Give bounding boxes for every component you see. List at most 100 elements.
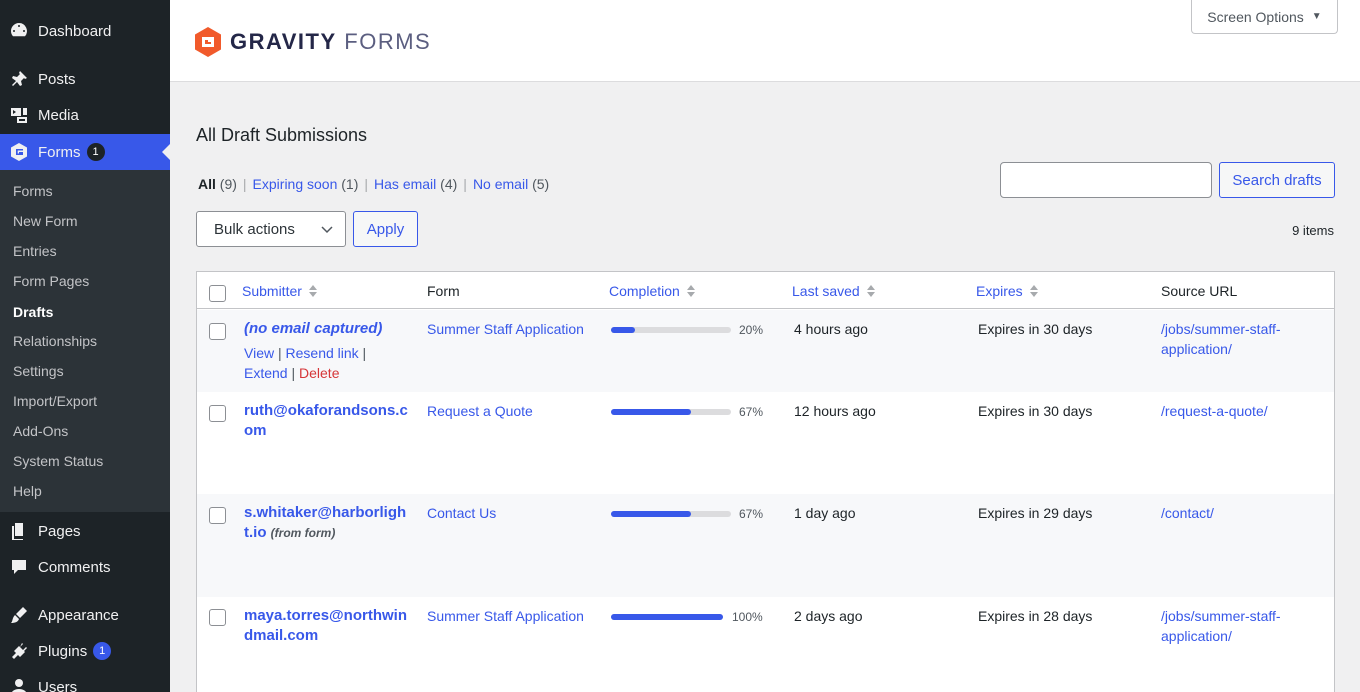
submenu-system-status[interactable]: System Status bbox=[13, 453, 103, 469]
submenu-add-ons[interactable]: Add-Ons bbox=[13, 423, 68, 439]
bulk-actions-label: Bulk actions bbox=[214, 220, 295, 238]
submenu-form-pages[interactable]: Form Pages bbox=[13, 273, 89, 289]
submenu-entries[interactable]: Entries bbox=[13, 243, 57, 259]
source-url-link[interactable]: /jobs/summer-staff-application/ bbox=[1161, 319, 1301, 359]
table-row: s.whitaker@harborlight.io (from form) Co… bbox=[197, 494, 1334, 597]
submenu-settings[interactable]: Settings bbox=[13, 363, 64, 379]
table-row: (no email captured) View | Resend link |… bbox=[197, 310, 1334, 392]
menu-forms-label: Forms bbox=[38, 143, 81, 161]
page-title: All Draft Submissions bbox=[196, 125, 368, 145]
menu-posts-label: Posts bbox=[38, 70, 76, 88]
column-completion[interactable]: Completion bbox=[609, 283, 696, 299]
completion-bar-fill bbox=[611, 614, 723, 620]
view-all-count: (9) bbox=[219, 176, 237, 192]
view-expiring-soon[interactable]: Expiring soon bbox=[253, 176, 338, 192]
last-saved: 12 hours ago bbox=[794, 403, 876, 419]
column-submitter[interactable]: Submitter bbox=[242, 283, 318, 299]
row-checkbox[interactable] bbox=[209, 323, 226, 340]
menu-plugins[interactable]: Plugins 1 bbox=[0, 633, 170, 669]
submitter-link[interactable]: maya.torres@northwindmail.com bbox=[244, 606, 412, 646]
forms-submenu: Forms New Form Entries Form Pages Drafts… bbox=[0, 170, 170, 512]
row-checkbox[interactable] bbox=[209, 507, 226, 524]
submenu-help[interactable]: Help bbox=[13, 483, 42, 499]
view-expiring-soon-count: (1) bbox=[341, 176, 359, 192]
menu-media[interactable]: Media bbox=[0, 97, 170, 133]
screen-options-button[interactable]: Screen Options ▼ bbox=[1191, 0, 1338, 34]
gravity-forms-icon bbox=[0, 142, 38, 162]
view-all[interactable]: All bbox=[198, 176, 216, 192]
pages-icon bbox=[0, 521, 38, 541]
menu-dashboard-label: Dashboard bbox=[38, 22, 112, 40]
resend-link-action[interactable]: Resend link bbox=[286, 345, 359, 361]
completion-percent: 67% bbox=[739, 405, 764, 419]
select-all-checkbox[interactable] bbox=[209, 285, 226, 302]
plugin-header: GRAVITY FORMS Screen Options ▼ bbox=[170, 0, 1360, 82]
menu-comments-label: Comments bbox=[38, 558, 111, 576]
completion-bar bbox=[611, 614, 723, 620]
submenu-new-form[interactable]: New Form bbox=[13, 213, 78, 229]
logo-text-light: FORMS bbox=[344, 29, 432, 54]
pin-icon bbox=[0, 69, 38, 89]
apply-button[interactable]: Apply bbox=[353, 211, 418, 247]
view-no-email[interactable]: No email bbox=[473, 176, 528, 192]
caret-down-icon: ▼ bbox=[1311, 11, 1322, 22]
menu-comments[interactable]: Comments bbox=[0, 549, 170, 585]
completion-percent: 100% bbox=[732, 610, 763, 624]
media-icon bbox=[0, 105, 38, 125]
view-action[interactable]: View bbox=[244, 345, 274, 361]
row-actions: View | Resend link | Extend | Delete bbox=[244, 345, 367, 381]
menu-appearance[interactable]: Appearance bbox=[0, 597, 170, 633]
submenu-relationships[interactable]: Relationships bbox=[13, 333, 97, 349]
source-url-link[interactable]: /jobs/summer-staff-application/ bbox=[1161, 606, 1301, 646]
sort-icon bbox=[1029, 285, 1038, 297]
last-saved: 4 hours ago bbox=[794, 321, 868, 337]
column-expires[interactable]: Expires bbox=[976, 283, 1039, 299]
plugin-icon bbox=[0, 641, 38, 661]
submenu-import-export[interactable]: Import/Export bbox=[13, 393, 97, 409]
brush-icon bbox=[0, 605, 38, 625]
extend-action[interactable]: Extend bbox=[244, 365, 288, 381]
menu-pages-label: Pages bbox=[38, 522, 81, 540]
source-url-link[interactable]: /contact/ bbox=[1161, 503, 1301, 523]
submitter-link[interactable]: ruth@okaforandsons.com bbox=[244, 401, 412, 441]
search-drafts-input[interactable] bbox=[1000, 162, 1212, 198]
submenu-forms[interactable]: Forms bbox=[13, 183, 53, 199]
completion-bar bbox=[611, 327, 731, 333]
menu-posts[interactable]: Posts bbox=[0, 61, 170, 97]
source-url-link[interactable]: /request-a-quote/ bbox=[1161, 401, 1301, 421]
form-link[interactable]: Summer Staff Application bbox=[427, 606, 584, 626]
view-has-email[interactable]: Has email bbox=[374, 176, 436, 192]
submitter-link[interactable]: (no email captured) bbox=[244, 319, 412, 339]
bulk-actions-select[interactable]: Bulk actions bbox=[196, 211, 346, 247]
menu-pages[interactable]: Pages bbox=[0, 513, 170, 549]
chevron-down-icon bbox=[321, 226, 333, 234]
gravity-forms-logo: GRAVITY FORMS bbox=[194, 27, 431, 57]
column-last-saved[interactable]: Last saved bbox=[792, 283, 876, 299]
form-link[interactable]: Contact Us bbox=[427, 503, 496, 523]
admin-sidebar: Dashboard Posts Media Forms 1 Forms New … bbox=[0, 0, 170, 692]
email-source-note: (from form) bbox=[270, 526, 336, 540]
view-filters: All (9) | Expiring soon (1) | Has email (4) |… bbox=[198, 176, 550, 192]
row-checkbox[interactable] bbox=[209, 405, 226, 422]
menu-users[interactable]: Users bbox=[0, 669, 170, 692]
completion-bar-fill bbox=[611, 511, 692, 517]
dashboard-icon bbox=[0, 21, 38, 41]
delete-action[interactable]: Delete bbox=[299, 365, 339, 381]
completion-bar bbox=[611, 409, 731, 415]
menu-users-label: Users bbox=[38, 678, 78, 692]
form-link[interactable]: Request a Quote bbox=[427, 401, 533, 421]
submitter-cell: s.whitaker@harborlight.io (from form) bbox=[244, 503, 412, 543]
menu-media-label: Media bbox=[38, 106, 79, 124]
view-has-email-count: (4) bbox=[440, 176, 458, 192]
expires: Expires in 28 days bbox=[978, 608, 1093, 624]
form-link[interactable]: Summer Staff Application bbox=[427, 319, 584, 339]
search-drafts-button[interactable]: Search drafts bbox=[1219, 162, 1335, 198]
submenu-drafts[interactable]: Drafts bbox=[13, 304, 53, 320]
column-submitter-label: Submitter bbox=[242, 283, 302, 299]
menu-appearance-label: Appearance bbox=[38, 606, 119, 624]
sort-icon bbox=[686, 285, 695, 297]
menu-dashboard[interactable]: Dashboard bbox=[0, 13, 170, 49]
user-icon bbox=[0, 677, 38, 692]
row-checkbox[interactable] bbox=[209, 609, 226, 626]
menu-forms[interactable]: Forms 1 bbox=[0, 134, 170, 170]
